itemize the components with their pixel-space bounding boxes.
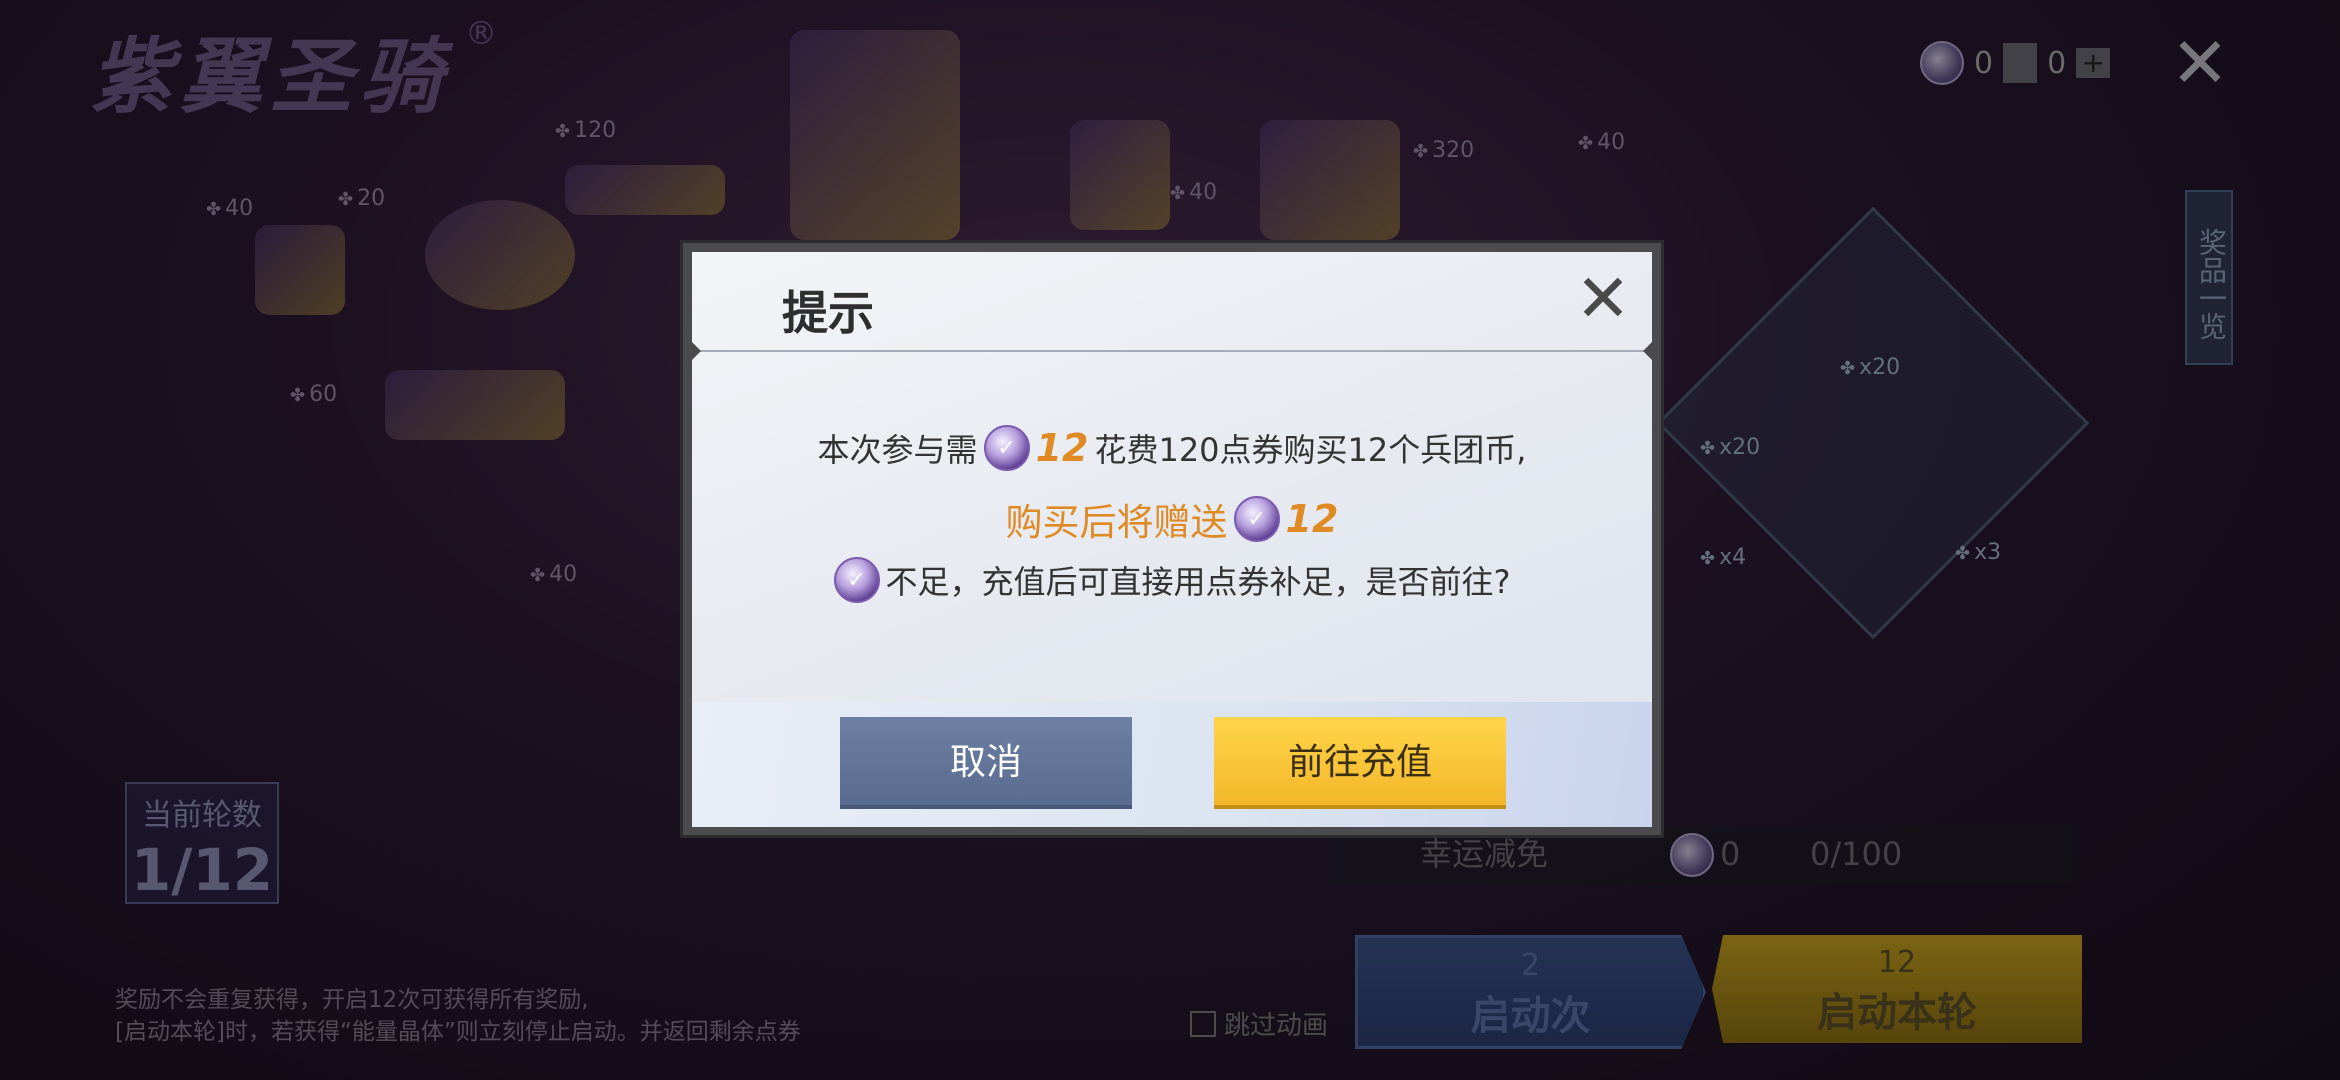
message-line-1-prefix: 本次参与需: [817, 431, 978, 469]
message-line-2-prefix: 购买后将赠送: [1005, 501, 1228, 544]
message-line-2: 购买后将赠送 ✓ 12: [692, 492, 1652, 546]
cancel-button[interactable]: 取消: [840, 717, 1132, 809]
legion-coin-icon: ✓: [983, 425, 1030, 471]
message-line-3: ✓ 不足，充值后可直接用点券补足，是否前往?: [692, 557, 1652, 603]
dialog-title: 提示: [782, 286, 874, 340]
message-line-3-text: 不足，充值后可直接用点券补足，是否前往?: [885, 563, 1511, 601]
divider-notch-right: [1643, 333, 1661, 369]
message-line-1-suffix: 花费120点券购买12个兵团币,: [1094, 431, 1527, 469]
legion-coin-icon: ✓: [833, 557, 880, 603]
go-recharge-button[interactable]: 前往充值: [1214, 717, 1506, 809]
coin-amount: 12: [1285, 497, 1339, 541]
legion-coin-icon: ✓: [1233, 496, 1280, 542]
divider-notch-left: [683, 333, 701, 369]
coin-amount: 12: [1035, 426, 1089, 470]
prompt-dialog: 提示 ✕ 本次参与需 ✓ 12 花费120点券购买12个兵团币, 购买后将赠送 …: [683, 243, 1661, 835]
dialog-footer: [692, 702, 1652, 827]
close-icon[interactable]: ✕: [1572, 266, 1634, 332]
title-divider: [692, 350, 1652, 352]
message-line-1: 本次参与需 ✓ 12 花费120点券购买12个兵团币,: [692, 425, 1652, 471]
